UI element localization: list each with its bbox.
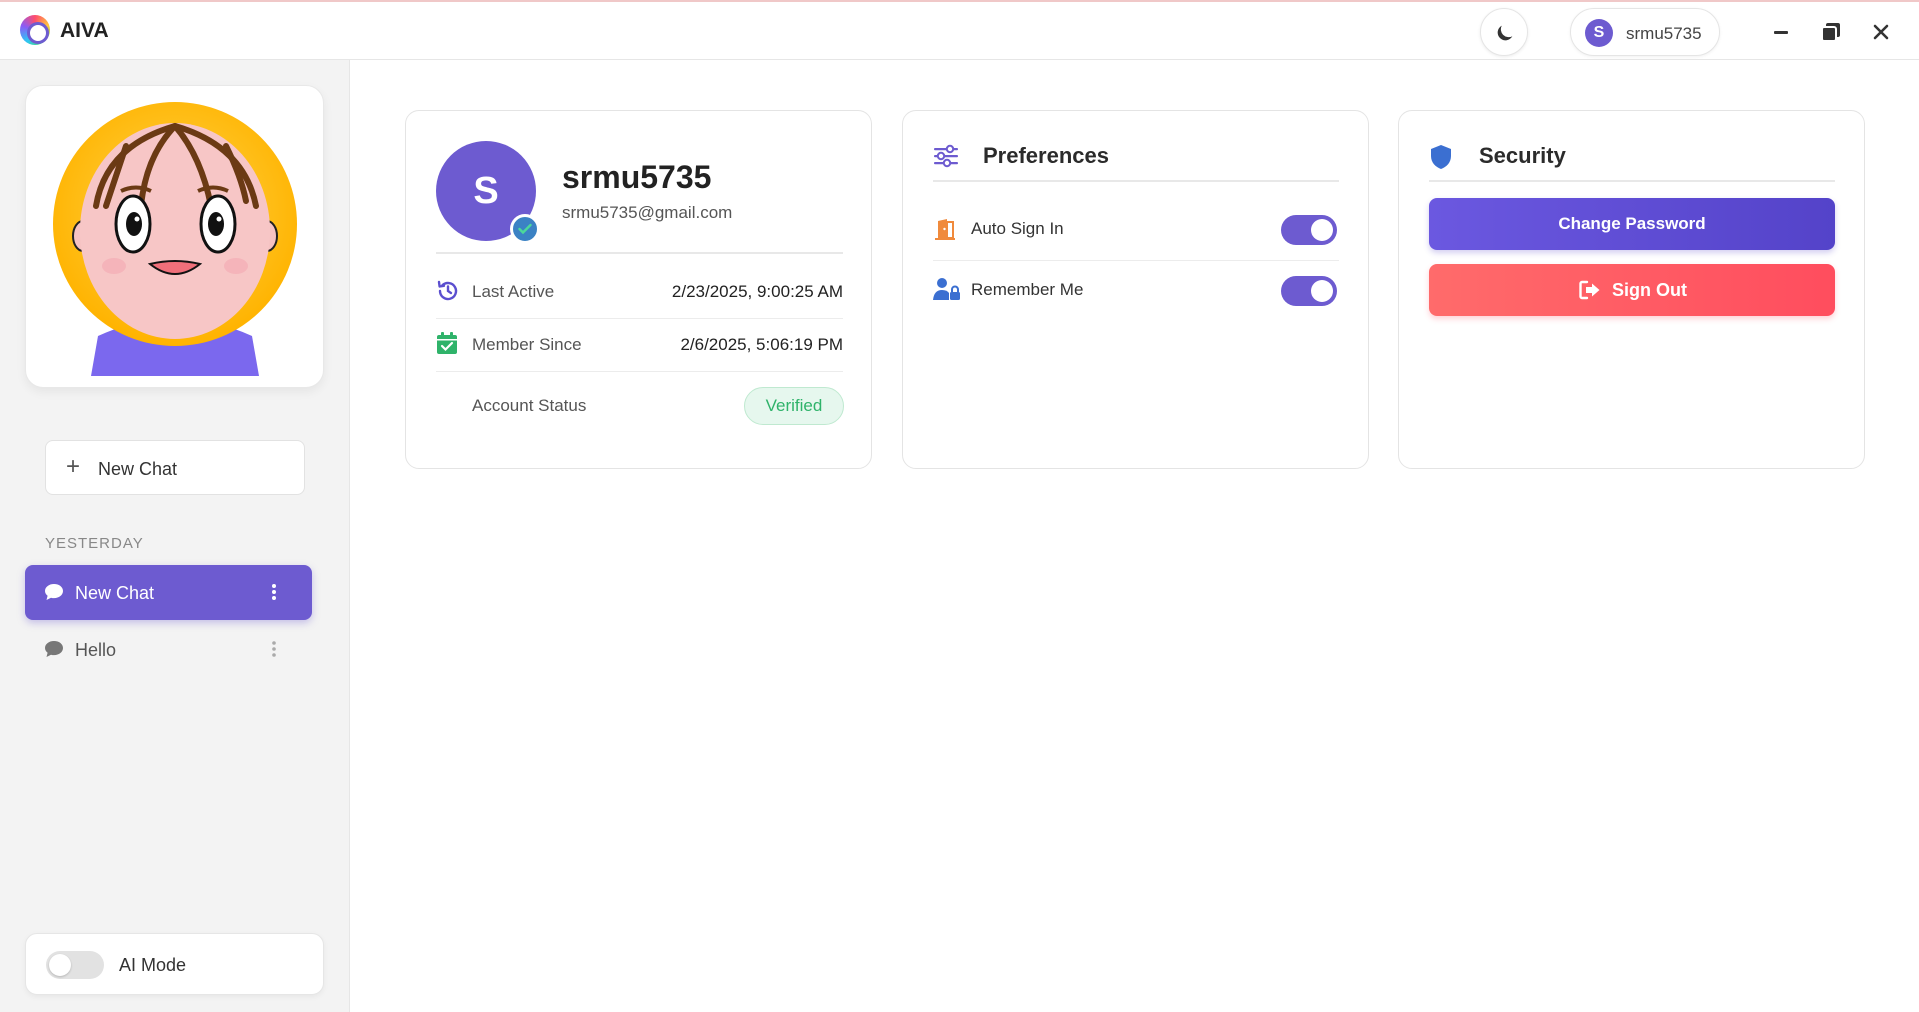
title-bar: AIVA S srmu5735	[0, 0, 1919, 60]
ai-mode-toggle[interactable]	[46, 951, 104, 979]
door-icon	[935, 219, 955, 240]
restore-button[interactable]	[1816, 17, 1846, 47]
member-since-value: 2/6/2025, 5:06:19 PM	[680, 335, 843, 354]
preferences-title: Preferences	[983, 143, 1109, 168]
new-chat-label: New Chat	[98, 459, 178, 479]
ai-mode-label: AI Mode	[119, 955, 187, 975]
close-button[interactable]	[1866, 17, 1896, 47]
chat-section-label: YESTERDAY	[45, 535, 144, 552]
sign-out-button[interactable]: Sign Out	[1429, 264, 1835, 316]
ai-character-avatar	[53, 102, 297, 376]
sidebar: + New Chat YESTERDAY New Chat Hello AI M…	[0, 60, 350, 1012]
auto-sign-in-toggle[interactable]	[1281, 215, 1337, 245]
profile-username: srmu5735	[562, 159, 712, 195]
user-lock-icon	[933, 278, 960, 300]
more-options-icon[interactable]	[270, 582, 278, 602]
verified-badge-icon	[510, 214, 540, 244]
profile-email: srmu5735@gmail.com	[562, 203, 733, 222]
moon-icon	[1497, 25, 1513, 41]
profile-card: S srmu5735 srmu5735@gmail.com Last Activ…	[405, 110, 872, 469]
member-since-label: Member Since	[472, 335, 582, 354]
user-name: srmu5735	[1626, 24, 1702, 43]
account-status-badge: Verified	[744, 387, 844, 425]
calendar-check-icon	[437, 332, 457, 354]
app-logo-icon	[20, 15, 50, 45]
preferences-divider	[933, 180, 1339, 182]
theme-toggle-button[interactable]	[1480, 8, 1528, 56]
minimize-icon	[1774, 31, 1788, 34]
ai-mode-panel: AI Mode	[25, 933, 324, 995]
last-active-label: Last Active	[472, 282, 555, 301]
account-status-label: Account Status	[472, 396, 587, 415]
chat-bubble-icon	[45, 584, 63, 600]
chat-item-label: Hello	[75, 640, 117, 660]
sign-out-icon	[1579, 280, 1600, 300]
auto-sign-in-label: Auto Sign In	[971, 219, 1064, 238]
chat-item-label: New Chat	[75, 583, 155, 603]
ai-avatar-card	[25, 85, 324, 388]
new-chat-button[interactable]: + New Chat	[45, 440, 305, 495]
row-divider	[436, 371, 843, 372]
history-icon	[437, 280, 458, 301]
last-active-value: 2/23/2025, 9:00:25 AM	[671, 282, 843, 301]
close-icon	[1873, 24, 1889, 40]
chat-bubble-icon	[45, 641, 63, 657]
user-menu-button[interactable]: S srmu5735	[1570, 8, 1720, 56]
row-divider	[436, 318, 843, 319]
security-card: Security Change Password Sign Out	[1398, 110, 1865, 469]
change-password-button[interactable]: Change Password	[1429, 198, 1835, 250]
remember-me-toggle[interactable]	[1281, 276, 1337, 306]
shield-icon	[1431, 145, 1451, 169]
profile-divider	[436, 252, 843, 254]
security-title: Security	[1479, 143, 1566, 168]
restore-icon	[1821, 23, 1840, 42]
app-name: AIVA	[60, 19, 109, 42]
chat-item-new-chat[interactable]: New Chat	[25, 565, 312, 620]
user-avatar: S	[1585, 19, 1613, 47]
sign-out-label: Sign Out	[1612, 280, 1687, 300]
more-options-icon[interactable]	[270, 639, 278, 659]
security-divider	[1429, 180, 1835, 182]
preferences-card: Preferences Auto Sign In Remember Me	[902, 110, 1369, 469]
remember-me-label: Remember Me	[971, 280, 1084, 299]
sliders-icon	[934, 144, 958, 168]
minimize-button[interactable]	[1766, 17, 1796, 47]
chat-item-hello[interactable]: Hello	[25, 622, 312, 677]
row-divider	[933, 260, 1339, 261]
plus-icon: +	[66, 453, 81, 480]
